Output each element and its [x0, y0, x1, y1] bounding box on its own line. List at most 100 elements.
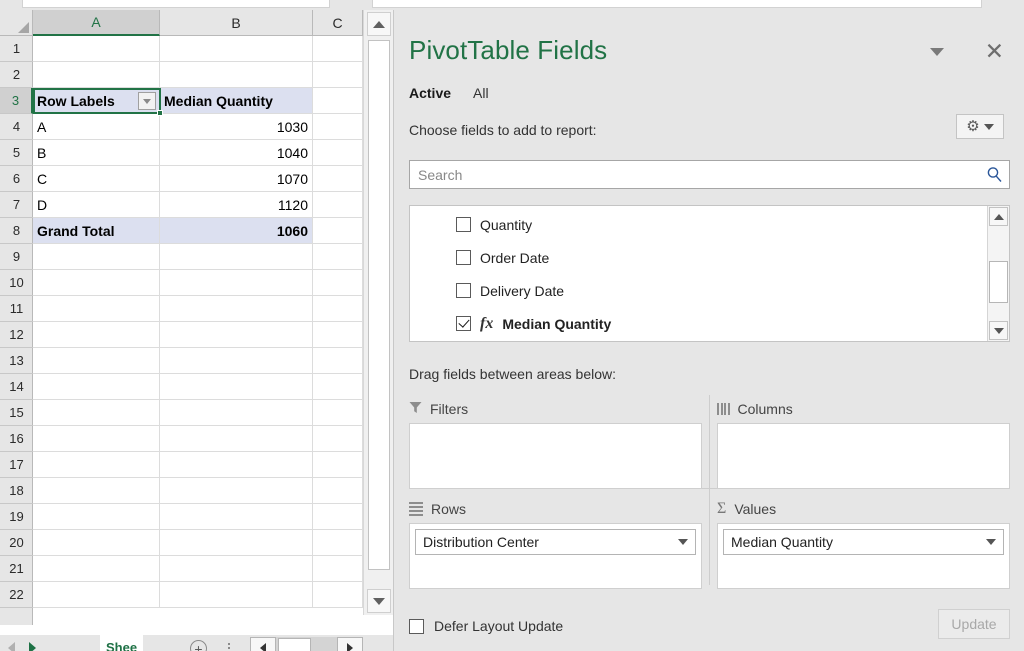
cell-a16[interactable]: [33, 426, 160, 451]
sheet-next-icon[interactable]: [29, 642, 36, 651]
table-row[interactable]: [33, 36, 363, 62]
cell-c21[interactable]: [313, 556, 363, 581]
cell-c2[interactable]: [313, 62, 363, 87]
column-header-a[interactable]: A: [33, 10, 160, 36]
field-checkbox[interactable]: [456, 316, 471, 331]
row-header-22[interactable]: 22: [0, 582, 33, 608]
cell-c20[interactable]: [313, 530, 363, 555]
name-box[interactable]: [22, 0, 330, 8]
row-header-15[interactable]: 15: [0, 400, 33, 426]
row-header-17[interactable]: 17: [0, 452, 33, 478]
cell-c3[interactable]: [313, 88, 363, 113]
cell-b12[interactable]: [160, 322, 313, 347]
cell-a18[interactable]: [33, 478, 160, 503]
search-box[interactable]: [409, 160, 1010, 189]
cell-b21[interactable]: [160, 556, 313, 581]
table-row[interactable]: B 1040: [33, 140, 363, 166]
cell-b15[interactable]: [160, 400, 313, 425]
rows-dropzone[interactable]: Distribution Center: [409, 523, 702, 589]
cell-b19[interactable]: [160, 504, 313, 529]
row-header-20[interactable]: 20: [0, 530, 33, 556]
row-header-1[interactable]: 1: [0, 36, 33, 62]
cell-c16[interactable]: [313, 426, 363, 451]
cells-area[interactable]: Row Labels Median Quantity A 1030 B 1040 C 1070…: [33, 36, 363, 625]
cell-c17[interactable]: [313, 452, 363, 477]
cell-a6[interactable]: C: [33, 166, 160, 191]
row-header-4[interactable]: 4: [0, 114, 33, 140]
values-field-chip[interactable]: Median Quantity: [723, 529, 1004, 555]
update-button[interactable]: Update: [938, 609, 1010, 639]
cell-c10[interactable]: [313, 270, 363, 295]
table-row[interactable]: [33, 426, 363, 452]
sheet-nav-arrows[interactable]: [8, 635, 36, 651]
field-checkbox[interactable]: [456, 250, 471, 265]
cell-a13[interactable]: [33, 348, 160, 373]
table-row[interactable]: Row Labels Median Quantity: [33, 88, 363, 114]
cell-c1[interactable]: [313, 36, 363, 61]
cell-a5[interactable]: B: [33, 140, 160, 165]
columns-dropzone[interactable]: [717, 423, 1010, 489]
sheet-tab-bar[interactable]: Shee ... +: [0, 635, 393, 651]
vertical-scroll-thumb[interactable]: [368, 40, 390, 570]
search-input[interactable]: [410, 161, 979, 188]
field-item-quantity[interactable]: Quantity: [456, 208, 532, 241]
row-header-9[interactable]: 9: [0, 244, 33, 270]
row-header-3[interactable]: 3: [0, 88, 33, 114]
row-labels-filter-button[interactable]: [138, 92, 156, 110]
row-header-10[interactable]: 10: [0, 270, 33, 296]
cell-c8[interactable]: [313, 218, 363, 243]
field-scroll-down-icon[interactable]: [989, 321, 1008, 340]
column-header-c[interactable]: C: [313, 10, 363, 36]
cell-b7[interactable]: 1120: [160, 192, 313, 217]
cell-c13[interactable]: [313, 348, 363, 373]
rows-field-chip[interactable]: Distribution Center: [415, 529, 696, 555]
table-row[interactable]: [33, 400, 363, 426]
scroll-up-icon[interactable]: [367, 12, 391, 36]
cell-a2[interactable]: [33, 62, 160, 87]
cell-b13[interactable]: [160, 348, 313, 373]
table-row[interactable]: [33, 374, 363, 400]
select-all-corner[interactable]: [0, 10, 33, 36]
rows-area[interactable]: Rows Distribution Center: [409, 495, 702, 589]
field-checkbox[interactable]: [456, 283, 471, 298]
table-row[interactable]: [33, 478, 363, 504]
cell-a20[interactable]: [33, 530, 160, 555]
cell-c11[interactable]: [313, 296, 363, 321]
spreadsheet-grid[interactable]: A B C 1 2 3 4 5 6 7 8 9 10 11 12 13 14 15 16 17 18 19 20 21 2…: [0, 10, 393, 651]
values-dropzone[interactable]: Median Quantity: [717, 523, 1010, 589]
cell-b6[interactable]: 1070: [160, 166, 313, 191]
cell-b18[interactable]: [160, 478, 313, 503]
cell-a14[interactable]: [33, 374, 160, 399]
cell-a21[interactable]: [33, 556, 160, 581]
field-list-settings-button[interactable]: ⚙: [956, 114, 1004, 139]
horizontal-scroll-thumb[interactable]: [278, 638, 311, 651]
table-row[interactable]: Grand Total 1060: [33, 218, 363, 244]
panel-options-chevron-down-icon[interactable]: [930, 48, 944, 56]
vertical-scrollbar[interactable]: [363, 10, 393, 615]
field-scroll-thumb[interactable]: [989, 261, 1008, 303]
table-row[interactable]: [33, 504, 363, 530]
table-row[interactable]: [33, 244, 363, 270]
cell-a19[interactable]: [33, 504, 160, 529]
formula-input[interactable]: [372, 0, 982, 8]
row-header-12[interactable]: 12: [0, 322, 33, 348]
cell-b22[interactable]: [160, 582, 313, 607]
cell-b17[interactable]: [160, 452, 313, 477]
cell-c18[interactable]: [313, 478, 363, 503]
add-sheet-button[interactable]: +: [190, 640, 207, 651]
sheet-overflow-icon[interactable]: [228, 635, 230, 651]
scroll-down-icon[interactable]: [367, 589, 391, 613]
cell-b20[interactable]: [160, 530, 313, 555]
cell-c22[interactable]: [313, 582, 363, 607]
table-row[interactable]: [33, 348, 363, 374]
cell-b9[interactable]: [160, 244, 313, 269]
cell-a12[interactable]: [33, 322, 160, 347]
table-row[interactable]: [33, 270, 363, 296]
table-row[interactable]: [33, 296, 363, 322]
sheet-prev-icon[interactable]: [8, 642, 15, 651]
cell-a22[interactable]: [33, 582, 160, 607]
field-scroll-up-icon[interactable]: [989, 207, 1008, 226]
row-header-7[interactable]: 7: [0, 192, 33, 218]
cell-c19[interactable]: [313, 504, 363, 529]
table-row[interactable]: [33, 556, 363, 582]
